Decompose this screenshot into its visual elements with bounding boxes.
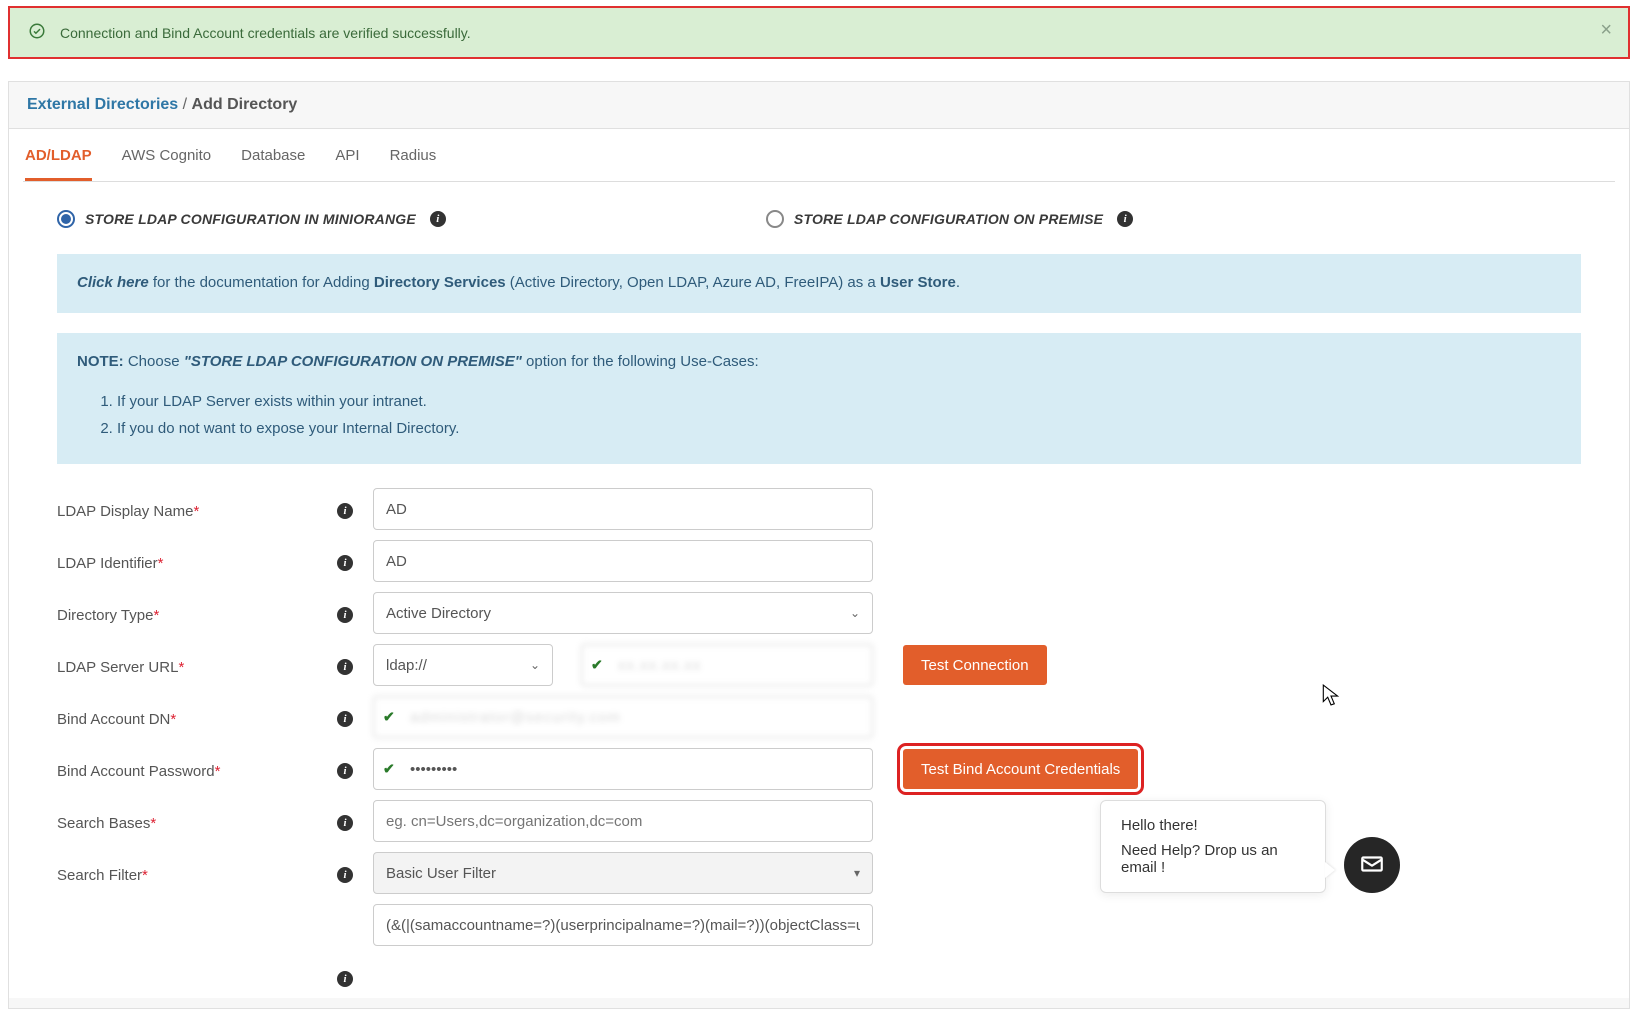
display-name-input[interactable] (373, 488, 873, 530)
info-icon[interactable]: i (337, 763, 353, 779)
label-display-name: LDAP Display Name (57, 503, 193, 520)
usecase-note: NOTE: Choose "STORE LDAP CONFIGURATION O… (57, 333, 1581, 465)
label-search-bases: Search Bases (57, 815, 150, 832)
breadcrumb-link[interactable]: External Directories (27, 96, 178, 113)
breadcrumb: External Directories / Add Directory (9, 82, 1629, 129)
click-here-link[interactable]: Click here (77, 274, 149, 291)
caret-down-icon: ▾ (854, 866, 860, 880)
list-item: If you do not want to expose your Intern… (117, 416, 1561, 443)
check-icon: ✔ (383, 761, 395, 778)
radio-icon (766, 210, 784, 228)
chat-button[interactable] (1344, 837, 1400, 893)
radio-miniorange[interactable]: STORE LDAP CONFIGURATION IN MINIORANGE i (57, 210, 446, 228)
label-dir-type: Directory Type (57, 607, 153, 624)
scheme-select[interactable]: ldap:// ⌄ (373, 644, 553, 686)
chat-text: Need Help? Drop us an email ! (1121, 842, 1305, 876)
search-filter-select[interactable]: Basic User Filter ▾ (373, 852, 873, 894)
chat-text: Hello there! (1121, 817, 1305, 834)
server-host-input[interactable] (581, 644, 873, 686)
tab-radius[interactable]: Radius (390, 129, 437, 181)
chat-popup: Hello there! Need Help? Drop us an email… (1100, 800, 1326, 893)
search-bases-input[interactable] (373, 800, 873, 842)
info-icon[interactable]: i (337, 711, 353, 727)
mail-icon (1359, 851, 1385, 880)
info-icon[interactable]: i (337, 503, 353, 519)
label-identifier: LDAP Identifier (57, 555, 158, 572)
check-icon: ✔ (383, 709, 395, 726)
breadcrumb-current: Add Directory (192, 96, 298, 113)
check-circle-icon (28, 22, 46, 43)
close-icon[interactable]: × (1600, 20, 1612, 40)
info-icon[interactable]: i (337, 815, 353, 831)
info-icon[interactable]: i (337, 555, 353, 571)
label-search-filter: Search Filter (57, 867, 142, 884)
label-bind-dn: Bind Account DN (57, 711, 170, 728)
tab-database[interactable]: Database (241, 129, 305, 181)
chevron-down-icon: ⌄ (530, 658, 540, 672)
documentation-note: Click here for the documentation for Add… (57, 254, 1581, 313)
search-filter-expression[interactable] (373, 904, 873, 946)
config-location-radios: STORE LDAP CONFIGURATION IN MINIORANGE i… (23, 182, 1615, 246)
info-icon[interactable]: i (337, 867, 353, 883)
label-server-url: LDAP Server URL (57, 659, 178, 676)
ldap-form: LDAP Display Name* i LDAP Identifier* i … (23, 464, 1615, 998)
info-icon[interactable]: i (337, 607, 353, 623)
info-icon[interactable]: i (337, 659, 353, 675)
directory-type-select[interactable]: Active Directory ⌄ (373, 592, 873, 634)
check-icon: ✔ (591, 657, 603, 674)
bind-password-input[interactable] (373, 748, 873, 790)
info-icon[interactable]: i (337, 971, 353, 987)
radio-on-premise[interactable]: STORE LDAP CONFIGURATION ON PREMISE i (766, 210, 1133, 228)
test-connection-button[interactable]: Test Connection (903, 645, 1047, 685)
tab-aws-cognito[interactable]: AWS Cognito (122, 129, 211, 181)
tab-bar: AD/LDAP AWS Cognito Database API Radius (23, 129, 1615, 182)
info-icon[interactable]: i (1117, 211, 1133, 227)
label-bind-pw: Bind Account Password (57, 763, 215, 780)
identifier-input[interactable] (373, 540, 873, 582)
bind-dn-input[interactable] (373, 696, 873, 738)
tab-adldap[interactable]: AD/LDAP (25, 129, 92, 181)
alert-text: Connection and Bind Account credentials … (60, 25, 471, 41)
chevron-down-icon: ⌄ (850, 606, 860, 620)
radio-icon (57, 210, 75, 228)
info-icon[interactable]: i (430, 211, 446, 227)
tab-api[interactable]: API (335, 129, 359, 181)
test-bind-credentials-button[interactable]: Test Bind Account Credentials (903, 749, 1138, 789)
list-item: If your LDAP Server exists within your i… (117, 389, 1561, 416)
success-alert: Connection and Bind Account credentials … (8, 6, 1630, 59)
